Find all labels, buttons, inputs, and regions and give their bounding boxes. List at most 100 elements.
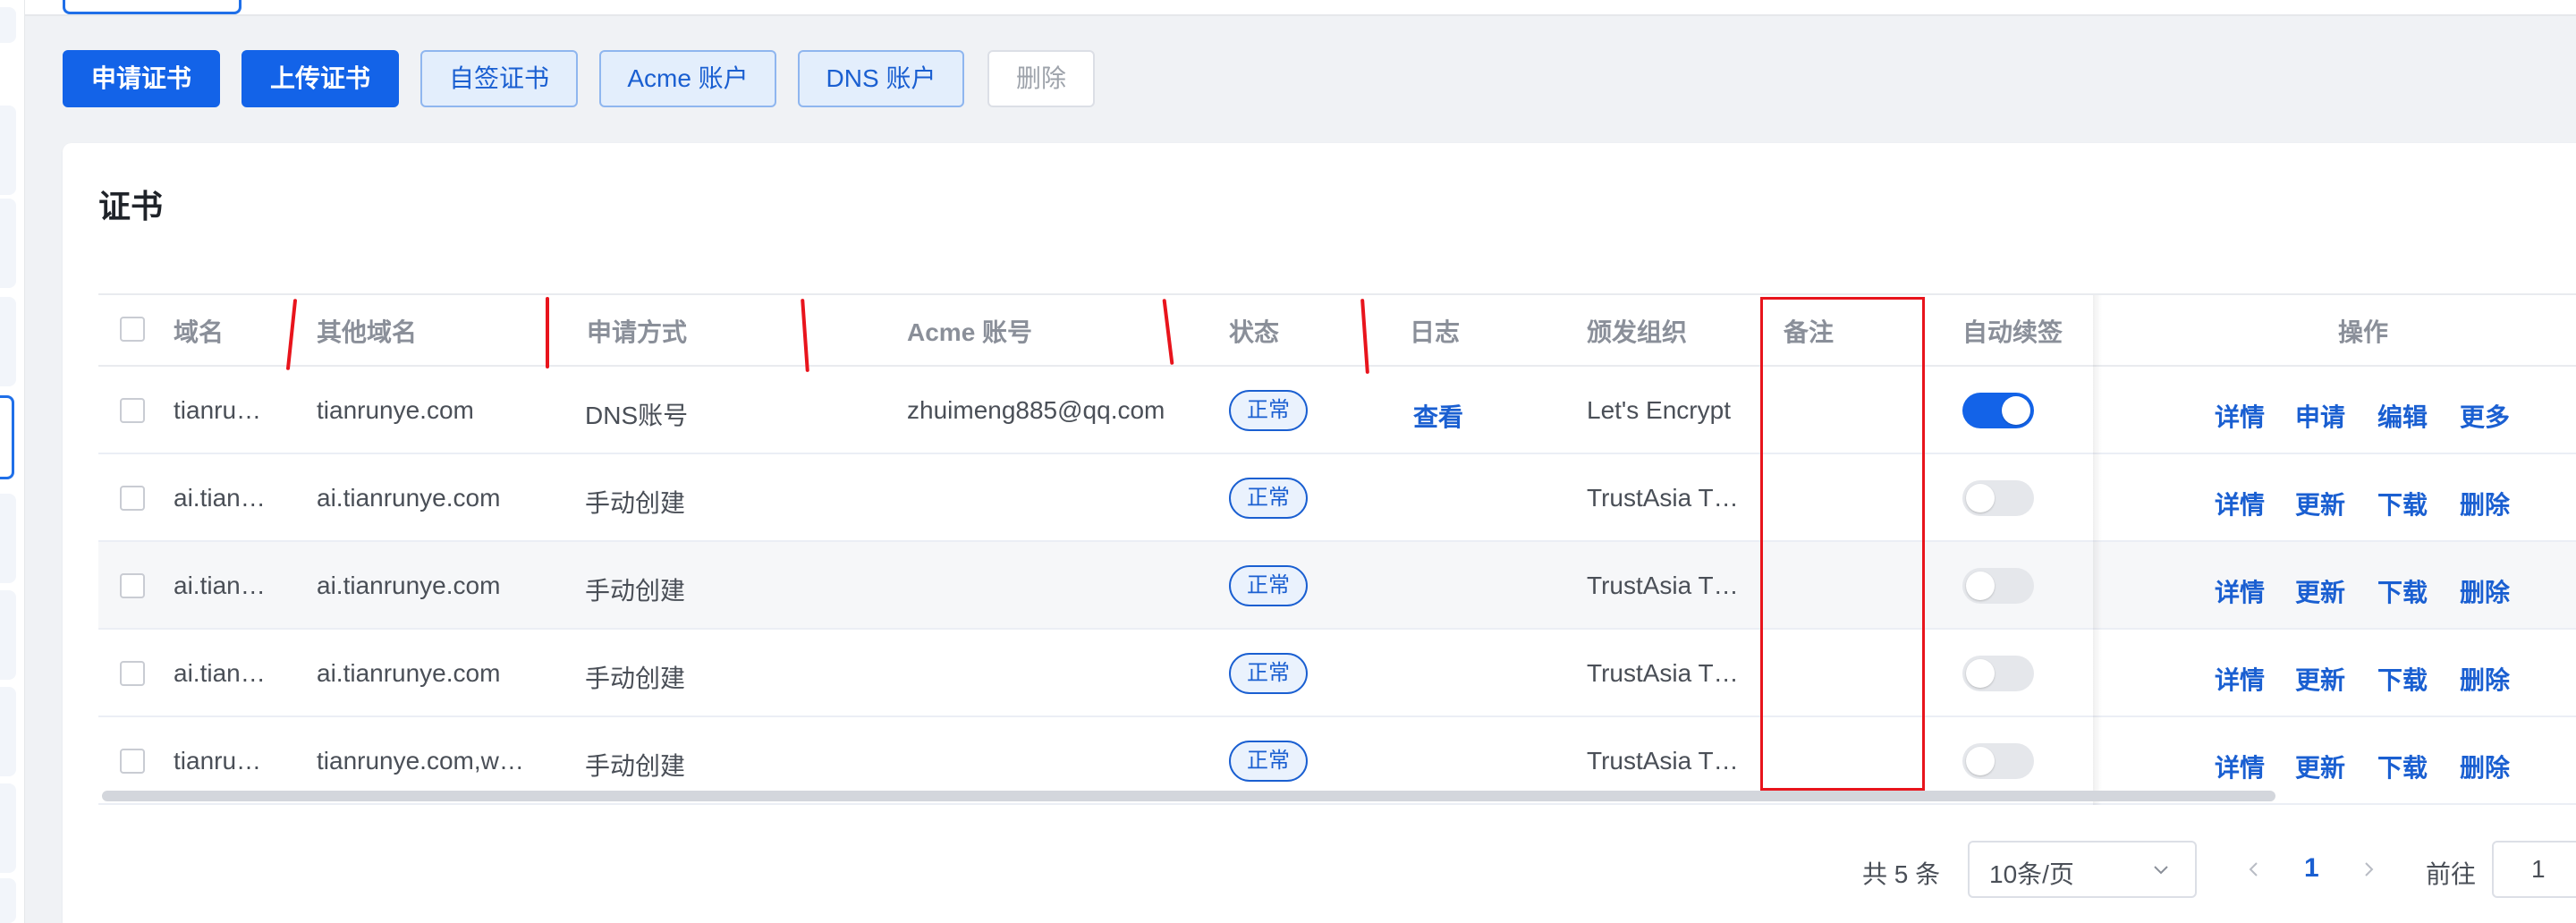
- auto-renew-toggle[interactable]: [1962, 568, 2034, 604]
- sidebar-item[interactable]: [0, 590, 16, 680]
- cell-method: DNS账号: [585, 402, 689, 429]
- card-title: 证书: [98, 188, 164, 224]
- cell-method: 手动创建: [585, 752, 686, 780]
- sidebar-item[interactable]: [0, 199, 16, 288]
- chevron-right-icon[interactable]: [2358, 859, 2379, 880]
- auto-renew-toggle[interactable]: [1962, 743, 2034, 779]
- row-action-link[interactable]: 删除: [2460, 573, 2510, 609]
- row-action-link[interactable]: 详情: [2215, 573, 2265, 609]
- row-action-link[interactable]: 更新: [2295, 486, 2345, 521]
- auto-renew-toggle[interactable]: [1962, 480, 2034, 516]
- active-tab[interactable]: [63, 0, 242, 14]
- row-action-link[interactable]: 更新: [2295, 573, 2345, 609]
- sidebar-item-active[interactable]: [0, 395, 14, 479]
- cell-acme-account: zhuimeng885@qq.com: [907, 396, 1165, 424]
- cell-issuer: TrustAsia T…: [1587, 747, 1739, 775]
- row-action-link[interactable]: 下载: [2377, 749, 2428, 784]
- page-size-value: 10条/页: [1989, 860, 2074, 888]
- auto-renew-toggle[interactable]: [1962, 656, 2034, 691]
- toggle-knob: [1966, 484, 1995, 512]
- cell-domain: ai.tian…: [174, 572, 266, 599]
- cell-issuer: TrustAsia T…: [1587, 572, 1739, 599]
- row-checkbox[interactable]: [120, 398, 145, 423]
- cell-method: 手动创建: [585, 489, 686, 517]
- horizontal-scrollbar-thumb[interactable]: [102, 791, 2275, 801]
- cell-issuer: TrustAsia T…: [1587, 484, 1739, 512]
- toggle-knob: [1966, 747, 1995, 775]
- sidebar-item[interactable]: [0, 878, 16, 923]
- column-header-issuer: 颁发组织: [1587, 318, 1688, 346]
- fixed-column-shadow: [2093, 295, 2102, 805]
- annotation-mark: [546, 297, 549, 368]
- select-all-checkbox[interactable]: [120, 317, 145, 342]
- row-action-link[interactable]: 下载: [2377, 573, 2428, 609]
- cell-other-domains: tianrunye.com,w…: [317, 747, 524, 775]
- row-action-link[interactable]: 删除: [2460, 486, 2510, 521]
- row-action-link[interactable]: 详情: [2215, 486, 2265, 521]
- log-view-link[interactable]: 查看: [1413, 398, 1463, 434]
- status-badge: 正常: [1229, 741, 1308, 782]
- chevron-down-icon: [2154, 866, 2168, 875]
- acme-account-button[interactable]: Acme 账户: [599, 50, 776, 107]
- row-action-link[interactable]: 下载: [2377, 661, 2428, 697]
- column-header-log: 日志: [1410, 318, 1461, 346]
- row-action-link[interactable]: 详情: [2215, 398, 2265, 434]
- table-header: [98, 293, 2576, 367]
- upload-cert-button[interactable]: 上传证书: [242, 50, 399, 107]
- pagination-goto-label: 前往: [2426, 860, 2477, 888]
- cell-method: 手动创建: [585, 665, 686, 692]
- sidebar-item[interactable]: [0, 7, 16, 43]
- column-header-status: 状态: [1229, 318, 1280, 346]
- row-action-link[interactable]: 删除: [2460, 749, 2510, 784]
- sidebar-item[interactable]: [0, 297, 16, 386]
- sidebar-item[interactable]: [0, 783, 16, 873]
- column-header-method: 申请方式: [587, 318, 688, 346]
- cell-other-domains: tianrunye.com: [317, 396, 474, 424]
- cell-issuer: Let's Encrypt: [1587, 396, 1731, 424]
- row-action-link[interactable]: 详情: [2215, 661, 2265, 697]
- row-action-link[interactable]: 编辑: [2377, 398, 2428, 434]
- column-header-actions: 操作: [2338, 318, 2389, 346]
- top-tab-bar: [25, 0, 2576, 16]
- status-badge: 正常: [1229, 653, 1308, 694]
- sidebar-item[interactable]: [0, 494, 16, 583]
- status-badge: 正常: [1229, 478, 1308, 519]
- status-badge: 正常: [1229, 565, 1308, 606]
- cell-domain: ai.tian…: [174, 659, 266, 687]
- column-header-domain: 域名: [174, 318, 225, 346]
- cell-method: 手动创建: [585, 577, 686, 605]
- annotation-box-remark-column: [1760, 297, 1925, 791]
- row-action-link[interactable]: 删除: [2460, 661, 2510, 697]
- row-checkbox[interactable]: [120, 749, 145, 774]
- pagination-total: 共 5 条: [1862, 860, 1941, 888]
- row-action-link[interactable]: 更新: [2295, 749, 2345, 784]
- pagination-goto-value: 1: [2531, 855, 2546, 883]
- row-action-link[interactable]: 更多: [2460, 398, 2510, 434]
- row-checkbox[interactable]: [120, 486, 145, 511]
- row-checkbox[interactable]: [120, 573, 145, 598]
- delete-button[interactable]: 删除: [987, 50, 1095, 107]
- cell-domain: tianru…: [174, 747, 262, 775]
- cell-other-domains: ai.tianrunye.com: [317, 659, 501, 687]
- row-action-link[interactable]: 下载: [2377, 486, 2428, 521]
- chevron-left-icon[interactable]: [2243, 859, 2265, 880]
- row-checkbox[interactable]: [120, 661, 145, 686]
- row-action-link[interactable]: 详情: [2215, 749, 2265, 784]
- toggle-knob: [2002, 396, 2030, 425]
- column-header-acme-account: Acme 账号: [907, 318, 1033, 346]
- cell-other-domains: ai.tianrunye.com: [317, 572, 501, 599]
- column-header-auto-renew: 自动续签: [1962, 318, 2063, 346]
- cell-other-domains: ai.tianrunye.com: [317, 484, 501, 512]
- toggle-knob: [1966, 572, 1995, 600]
- auto-renew-toggle[interactable]: [1962, 393, 2034, 428]
- row-action-link[interactable]: 更新: [2295, 661, 2345, 697]
- sidebar-item[interactable]: [0, 106, 16, 195]
- apply-cert-button[interactable]: 申请证书: [63, 50, 220, 107]
- pagination-current-page[interactable]: 1: [2304, 853, 2319, 884]
- toggle-knob: [1966, 659, 1995, 688]
- sidebar-item[interactable]: [0, 687, 16, 776]
- column-header-other-domains: 其他域名: [317, 318, 418, 346]
- self-signed-cert-button[interactable]: 自签证书: [420, 50, 578, 107]
- row-action-link[interactable]: 申请: [2295, 398, 2345, 434]
- dns-account-button[interactable]: DNS 账户: [798, 50, 964, 107]
